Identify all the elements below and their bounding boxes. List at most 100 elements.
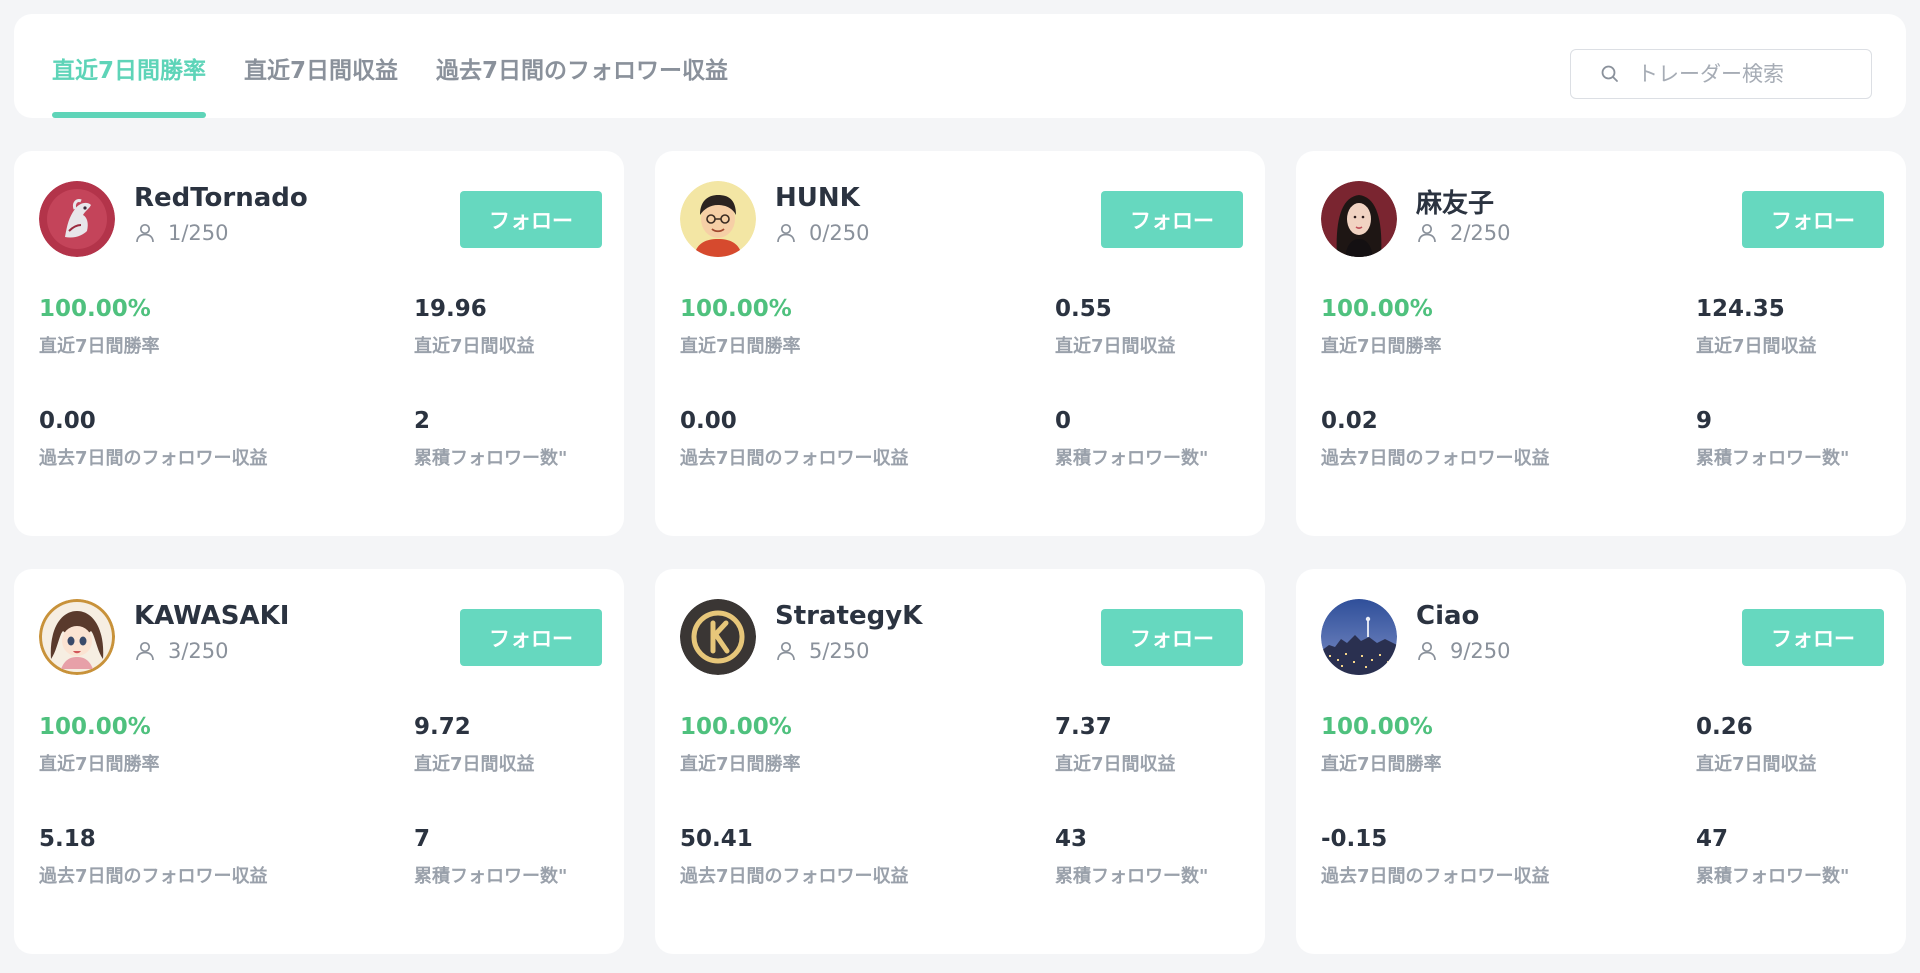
follower-count: 0/250	[775, 221, 870, 245]
follower-count: 9/250	[1416, 639, 1511, 663]
total-followers-value: 2	[414, 408, 431, 434]
follower-count-value: 3/250	[168, 639, 229, 663]
follower-profit-value: 5.18	[39, 826, 96, 852]
win-rate-label: 直近7日間勝率	[39, 336, 160, 357]
follower-profit-value: 0.02	[1321, 408, 1378, 434]
follower-profit-label: 過去7日間のフォロワー収益	[680, 866, 909, 887]
follower-count: 3/250	[134, 639, 229, 663]
user-icon	[1416, 640, 1438, 662]
trader-search-box[interactable]	[1570, 49, 1872, 99]
stat-follower-profit: 5.18 過去7日間のフォロワー収益	[39, 824, 269, 891]
follow-button[interactable]: フォロー	[460, 191, 602, 248]
user-icon	[775, 640, 797, 662]
stat-win-rate: 100.00% 直近7日間勝率	[680, 294, 801, 361]
win-rate-label: 直近7日間勝率	[39, 754, 160, 775]
win-rate-label: 直近7日間勝率	[680, 754, 801, 775]
total-followers-value: 0	[1055, 408, 1072, 434]
stat-win-rate: 100.00% 直近7日間勝率	[680, 712, 801, 779]
user-icon	[1416, 222, 1438, 244]
trader-card: StrategyK 5/250 フォロー 100.00% 直近7日間勝率 7.37…	[655, 569, 1265, 954]
k-logo-avatar[interactable]	[680, 599, 756, 675]
win-rate-value: 100.00%	[1321, 296, 1433, 322]
total-followers-label: 累積フォロワー数"	[1696, 448, 1850, 469]
profit-value: 0.26	[1696, 714, 1753, 740]
cartoon-man-avatar[interactable]	[680, 181, 756, 257]
woman-photo-avatar[interactable]	[1321, 181, 1397, 257]
win-rate-value: 100.00%	[39, 296, 151, 322]
profit-value: 9.72	[414, 714, 471, 740]
win-rate-label: 直近7日間勝率	[680, 336, 801, 357]
horse-avatar[interactable]	[39, 181, 115, 257]
stat-total-followers: 7 累積フォロワー数"	[414, 824, 567, 891]
follower-profit-value: -0.15	[1321, 826, 1388, 852]
follower-count: 1/250	[134, 221, 229, 245]
user-icon	[775, 222, 797, 244]
stat-profit: 7.37 直近7日間収益	[1055, 712, 1176, 779]
profit-label: 直近7日間収益	[414, 336, 535, 357]
search-input[interactable]	[1637, 62, 1847, 86]
follower-profit-value: 50.41	[680, 826, 753, 852]
stat-profit: 9.72 直近7日間収益	[414, 712, 535, 779]
trader-name[interactable]: KAWASAKI	[134, 601, 289, 631]
trader-card: Ciao 9/250 フォロー 100.00% 直近7日間勝率 0.26 直近7日間…	[1296, 569, 1906, 954]
profit-label: 直近7日間収益	[1696, 336, 1817, 357]
win-rate-label: 直近7日間勝率	[1321, 336, 1442, 357]
total-followers-value: 43	[1055, 826, 1088, 852]
win-rate-label: 直近7日間勝率	[1321, 754, 1442, 775]
follower-count-value: 0/250	[809, 221, 870, 245]
tab-profit[interactable]: 直近7日間収益	[244, 14, 398, 118]
user-icon	[134, 222, 156, 244]
stat-profit: 19.96 直近7日間収益	[414, 294, 535, 361]
profit-label: 直近7日間収益	[1696, 754, 1817, 775]
trader-name[interactable]: HUNK	[775, 183, 860, 213]
stat-win-rate: 100.00% 直近7日間勝率	[1321, 712, 1442, 779]
trader-card: HUNK 0/250 フォロー 100.00% 直近7日間勝率 0.55 直近7日間…	[655, 151, 1265, 536]
tab-win-rate[interactable]: 直近7日間勝率	[52, 14, 207, 118]
follow-button[interactable]: フォロー	[1101, 609, 1243, 666]
trader-name[interactable]: StrategyK	[775, 601, 922, 631]
follower-count: 2/250	[1416, 221, 1511, 245]
stat-follower-profit: -0.15 過去7日間のフォロワー収益	[1321, 824, 1551, 891]
stat-win-rate: 100.00% 直近7日間勝率	[39, 712, 160, 779]
profit-value: 7.37	[1055, 714, 1112, 740]
tab-follower-profit[interactable]: 過去7日間のフォロワー収益	[436, 14, 728, 118]
total-followers-value: 9	[1696, 408, 1713, 434]
stat-win-rate: 100.00% 直近7日間勝率	[39, 294, 160, 361]
win-rate-value: 100.00%	[680, 296, 792, 322]
trader-card: KAWASAKI 3/250 フォロー 100.00% 直近7日間勝率 9.72 直…	[14, 569, 624, 954]
follower-count-value: 2/250	[1450, 221, 1511, 245]
profit-label: 直近7日間収益	[1055, 754, 1176, 775]
follower-profit-label: 過去7日間のフォロワー収益	[39, 448, 268, 469]
stat-follower-profit: 50.41 過去7日間のフォロワー収益	[680, 824, 910, 891]
profit-value: 124.35	[1696, 296, 1785, 322]
city-night-avatar[interactable]	[1321, 599, 1397, 675]
follow-button[interactable]: フォロー	[1742, 191, 1884, 248]
stat-profit: 0.55 直近7日間収益	[1055, 294, 1176, 361]
total-followers-label: 累積フォロワー数"	[414, 866, 568, 887]
follower-profit-value: 0.00	[680, 408, 737, 434]
stat-total-followers: 43 累積フォロワー数"	[1055, 824, 1208, 891]
total-followers-label: 累積フォロワー数"	[1055, 448, 1209, 469]
trader-name[interactable]: Ciao	[1416, 601, 1479, 631]
trader-name[interactable]: RedTornado	[134, 183, 308, 213]
stat-profit: 0.26 直近7日間収益	[1696, 712, 1817, 779]
follow-button[interactable]: フォロー	[460, 609, 602, 666]
total-followers-label: 累積フォロワー数"	[1696, 866, 1850, 887]
total-followers-label: 累積フォロワー数"	[1055, 866, 1209, 887]
trader-name[interactable]: 麻友子	[1416, 183, 1494, 220]
follower-profit-label: 過去7日間のフォロワー収益	[680, 448, 909, 469]
ranking-tabs: 直近7日間勝率 直近7日間収益 過去7日間のフォロワー収益	[52, 14, 766, 118]
anime-girl-avatar[interactable]	[39, 599, 115, 675]
copy-trading-page: 直近7日間勝率 直近7日間収益 過去7日間のフォロワー収益 RedTornado…	[0, 0, 1920, 973]
follower-profit-label: 過去7日間のフォロワー収益	[39, 866, 268, 887]
user-icon	[134, 640, 156, 662]
profit-value: 19.96	[414, 296, 487, 322]
total-followers-value: 47	[1696, 826, 1729, 852]
follower-profit-value: 0.00	[39, 408, 96, 434]
stat-total-followers: 0 累積フォロワー数"	[1055, 406, 1208, 473]
total-followers-value: 7	[414, 826, 431, 852]
follow-button[interactable]: フォロー	[1101, 191, 1243, 248]
follow-button[interactable]: フォロー	[1742, 609, 1884, 666]
stat-total-followers: 2 累積フォロワー数"	[414, 406, 567, 473]
follower-count-value: 1/250	[168, 221, 229, 245]
